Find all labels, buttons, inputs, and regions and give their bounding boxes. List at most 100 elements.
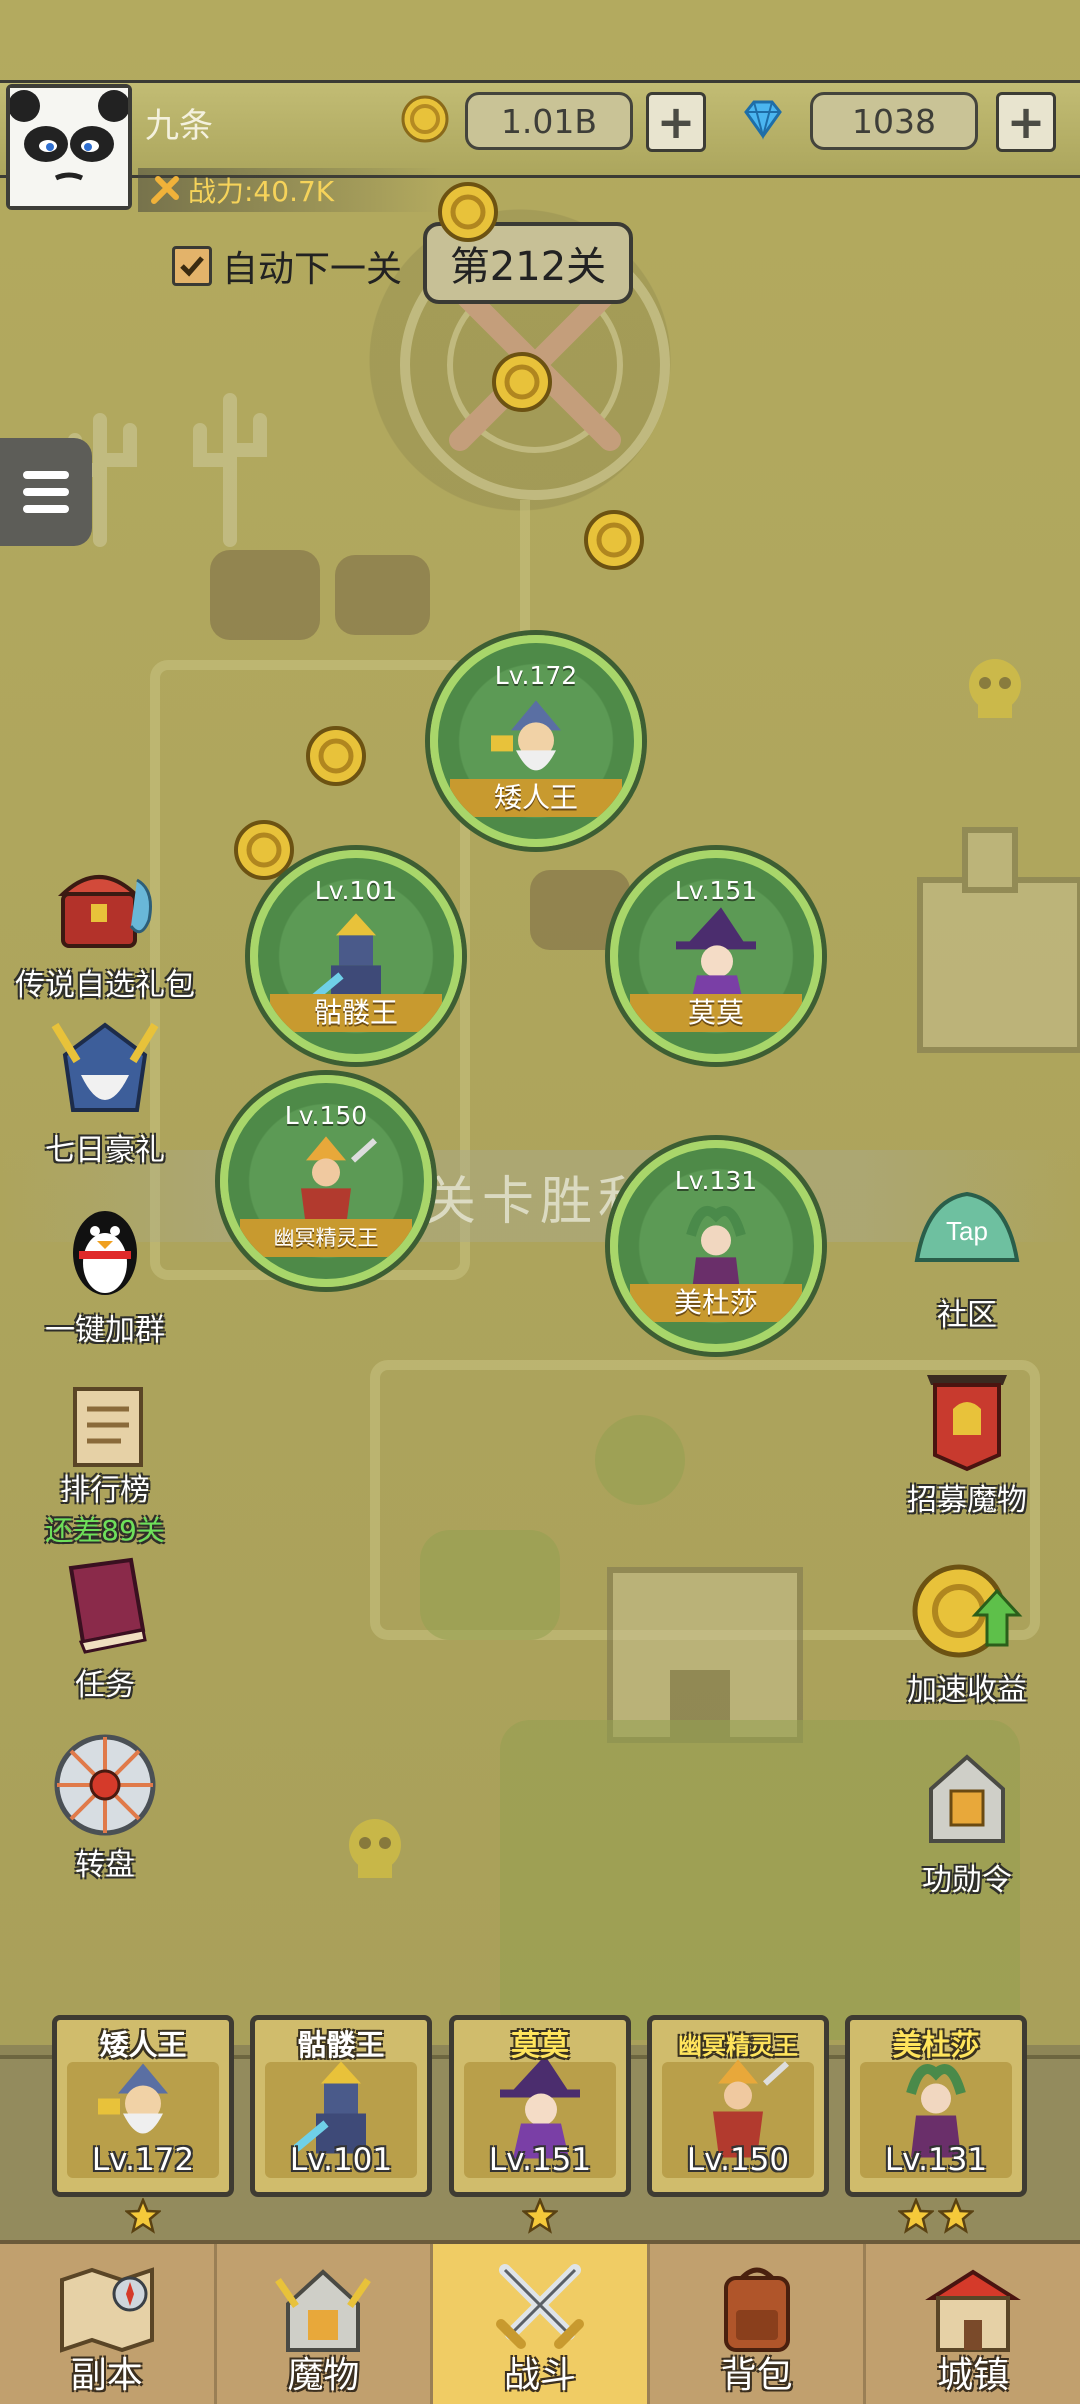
- hero-level: Lv.131: [674, 1166, 758, 1195]
- rock-icon: [210, 550, 430, 640]
- dropped-coin-icon[interactable]: [304, 724, 368, 788]
- dropped-coin-icon[interactable]: [436, 180, 500, 244]
- nav-tab-town[interactable]: 城镇: [866, 2244, 1080, 2404]
- quest-button[interactable]: 任务: [10, 1550, 200, 1704]
- nav-label: 魔物: [287, 2355, 360, 2396]
- monster-helmet-icon: [275, 2269, 372, 2352]
- player-name: 九条: [145, 106, 213, 146]
- map-compass-icon: [59, 2267, 154, 2353]
- team-hero-name: 矮人王: [99, 2028, 187, 2062]
- auto-next-checkbox[interactable]: [172, 246, 212, 286]
- dropped-coin-icon[interactable]: [232, 818, 296, 882]
- checkmark-icon: [180, 256, 204, 277]
- penguin-icon: [73, 1211, 137, 1295]
- team-slot[interactable]: 莫莫 Lv.151: [449, 2015, 631, 2197]
- coin-boost-icon: [912, 1564, 1023, 1658]
- svg-text:Tap: Tap: [946, 1216, 988, 1246]
- speed-up-income-button[interactable]: 加速收益: [872, 1555, 1062, 1709]
- legend-gift-pack-button[interactable]: 传说自选礼包: [10, 850, 200, 1004]
- hero-on-map[interactable]: Lv.101 骷髅王: [250, 850, 462, 1062]
- nav-label: 背包: [720, 2355, 793, 2396]
- nav-label: 城镇: [937, 2355, 1010, 2396]
- recruit-monster-button[interactable]: 招募魔物: [872, 1365, 1062, 1519]
- auto-next-label: 自动下一关: [222, 249, 403, 290]
- hero-on-map[interactable]: Lv.150 幽冥精灵王: [220, 1075, 432, 1287]
- avatar[interactable]: [6, 84, 132, 210]
- leaderboard-button[interactable]: 排行榜 还差89关: [10, 1375, 200, 1549]
- rank-gap-text: 还差89关: [45, 1514, 165, 1547]
- merit-order-button[interactable]: 功勋令: [872, 1745, 1062, 1899]
- book-icon: [68, 1557, 147, 1654]
- dropped-coin-icon[interactable]: [582, 508, 646, 572]
- seven-day-gift-button[interactable]: 七日豪礼: [10, 1015, 200, 1169]
- team-slot[interactable]: 幽冥精灵王 Lv.150: [647, 2015, 829, 2197]
- team-stars: [250, 2198, 432, 2238]
- tap-community-icon: Tap: [914, 1191, 1020, 1262]
- team-hero-name: 莫莫: [510, 2028, 569, 2062]
- nav-tab-backpack[interactable]: 背包: [650, 2244, 867, 2404]
- knight-helmet-icon: [51, 1022, 159, 1112]
- dropped-coin-icon[interactable]: [490, 350, 554, 414]
- team-hero-level: Lv.101: [289, 2142, 393, 2178]
- team-hero-level: Lv.150: [686, 2142, 790, 2178]
- team-hero-level: Lv.151: [488, 2142, 592, 2178]
- ruined-house-icon: [917, 827, 1080, 1053]
- power-icon: [151, 176, 179, 204]
- gem-amount: 1038: [810, 92, 978, 150]
- grass-patch: [595, 1415, 685, 1505]
- add-gem-button[interactable]: +: [996, 92, 1056, 152]
- side-button-label: 加速收益: [907, 1673, 1027, 1708]
- hero-level: Lv.101: [314, 876, 398, 905]
- team-hero-name: 幽冥精灵王: [678, 2032, 798, 2060]
- hero-on-map[interactable]: Lv.131 美杜莎: [610, 1140, 822, 1352]
- team-hero-level: Lv.172: [91, 2142, 195, 2178]
- wheel-icon: [54, 1734, 156, 1836]
- menu-bar: [23, 488, 69, 496]
- star-icon: [522, 2198, 558, 2234]
- team-slot[interactable]: 美杜莎 Lv.131: [845, 2015, 1027, 2197]
- treasure-chest-icon: [57, 875, 152, 948]
- team-stars: [845, 2198, 1027, 2238]
- team-slot[interactable]: 骷髅王 Lv.101: [250, 2015, 432, 2197]
- side-button-label: 任务: [75, 1668, 135, 1703]
- add-gold-button[interactable]: +: [646, 92, 706, 152]
- hero-level: Lv.150: [284, 1101, 368, 1130]
- hero-on-map[interactable]: Lv.172 矮人王: [430, 635, 642, 847]
- side-button-label: 一键加群: [45, 1313, 165, 1348]
- cactus-icon: [68, 393, 267, 547]
- gold-coin-icon: [401, 95, 449, 143]
- side-button-label: 七日豪礼: [45, 1133, 165, 1168]
- skull-icon: [349, 1819, 401, 1878]
- lucky-wheel-button[interactable]: 转盘: [10, 1730, 200, 1884]
- hero-on-map[interactable]: Lv.151 莫莫: [610, 850, 822, 1062]
- star-icon: [898, 2198, 934, 2234]
- panda-avatar-icon: [8, 88, 130, 206]
- menu-button[interactable]: [0, 438, 92, 546]
- nav-label: 战斗: [503, 2355, 576, 2396]
- side-button-label: 传说自选礼包: [15, 968, 195, 1003]
- plus-icon: +: [1006, 95, 1046, 149]
- team-stars: [52, 2198, 234, 2238]
- nav-tab-monsters[interactable]: 魔物: [217, 2244, 434, 2404]
- auto-next-toggle[interactable]: 自动下一关: [172, 240, 402, 292]
- skull-icon: [969, 659, 1021, 718]
- power-value: 战力:40.7K: [188, 175, 335, 208]
- hero-name: 骷髅王: [270, 994, 442, 1032]
- shop-building-icon: [925, 2269, 1022, 2352]
- nav-tab-dungeon[interactable]: 副本: [0, 2244, 217, 2404]
- gold-amount: 1.01B: [465, 92, 633, 150]
- join-group-button[interactable]: 一键加群: [10, 1195, 200, 1349]
- menu-bar: [23, 505, 69, 513]
- community-button[interactable]: Tap 社区: [872, 1180, 1062, 1334]
- banner-icon: [927, 1375, 1007, 1472]
- team-stars: [647, 2198, 829, 2238]
- nav-tab-battle[interactable]: 战斗: [433, 2244, 650, 2404]
- team-hero-name: 美杜莎: [892, 2028, 980, 2062]
- team-slot[interactable]: 矮人王 Lv.172: [52, 2015, 234, 2197]
- nav-label: 副本: [70, 2355, 143, 2396]
- helmet-medal-icon: [929, 1754, 1005, 1843]
- combat-power: 战力:40.7K: [138, 168, 440, 212]
- team-stars: [449, 2198, 631, 2238]
- menu-bar: [23, 471, 69, 479]
- grass-patch: [420, 1530, 560, 1640]
